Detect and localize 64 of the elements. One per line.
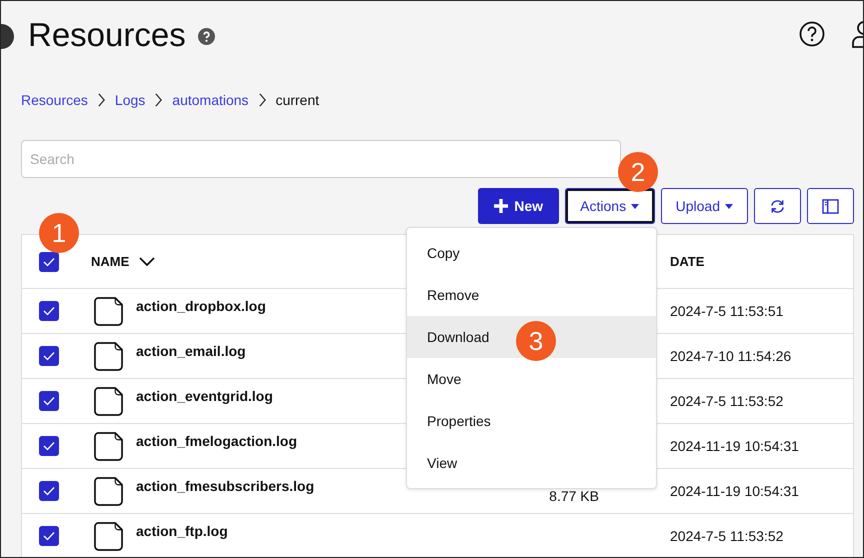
caret-down-icon [631,204,640,208]
checkmark-icon [43,351,55,361]
checkmark-icon [43,256,55,266]
checkmark-icon [43,441,55,451]
file-date: 2024-7-5 11:53:52 [670,393,784,409]
checkmark-icon [43,486,55,496]
file-icon [94,342,123,370]
plus-icon [493,198,510,214]
checkmark-icon [43,396,55,406]
file-name[interactable]: action_eventgrid.log [136,388,273,404]
breadcrumb-link[interactable]: Logs [114,92,146,108]
file-name[interactable]: action_ftp.log [136,523,228,539]
actions-button[interactable]: Actions [564,188,655,224]
checkmark-icon [43,531,55,541]
file-date: 2024-7-10 11:54:26 [670,348,792,364]
column-header[interactable]: DATE [670,254,704,268]
row-checkbox[interactable] [39,526,59,546]
chevron-right-icon [154,93,164,107]
file-icon [94,476,123,506]
file-size: 8.77 KB [549,488,599,504]
menu-item[interactable]: Properties [407,400,656,442]
chevron-right-icon [96,93,106,107]
file-name[interactable]: action_dropbox.log [136,298,266,314]
file-icon [94,386,123,416]
row-checkbox[interactable] [39,391,59,411]
columns-button[interactable] [807,188,854,224]
file-date: 2024-11-19 10:54:31 [670,483,799,499]
breadcrumb-current: current [276,92,320,108]
column-header[interactable]: NAME [91,254,130,269]
file-date: 2024-7-5 11:53:52 [670,528,784,544]
file-name[interactable]: action_fmesubscribers.log [136,478,314,494]
sort-chevron-icon[interactable] [139,256,156,266]
chevron-right-icon [258,93,267,107]
help-icon[interactable] [799,21,825,47]
step-badge: 2 [618,152,658,192]
menu-item[interactable]: Copy [407,232,656,274]
caret-down-icon [725,204,733,208]
file-icon [94,432,123,460]
search-field[interactable]: Search [21,140,621,178]
page-title: Resources [28,18,186,50]
file-icon [94,522,123,550]
help-icon[interactable] [198,28,215,44]
file-date: 2024-11-19 10:54:31 [670,438,799,454]
new-button[interactable]: New [478,188,559,224]
file-name[interactable]: action_fmelogaction.log [136,433,298,449]
columns-icon [822,198,839,214]
refresh-button[interactable] [754,188,801,224]
refresh-icon [769,198,786,214]
row-checkbox[interactable] [39,346,59,366]
row-checkbox[interactable] [39,301,59,321]
upload-button[interactable]: Upload [660,188,748,224]
menu-item[interactable]: Move [407,358,656,400]
checkmark-icon [43,306,55,316]
file-date: 2024-7-5 11:53:51 [670,303,784,319]
breadcrumb-link[interactable]: automations [172,92,249,108]
file-icon [94,296,123,326]
menu-item[interactable]: View [407,442,656,484]
file-name[interactable]: action_email.log [136,343,246,359]
select-all-checkbox[interactable] [39,252,59,272]
menu-item[interactable]: Remove [407,274,656,316]
row-checkbox[interactable] [39,481,59,501]
step-badge: 1 [39,213,79,253]
row-checkbox[interactable] [39,436,59,456]
breadcrumb-link[interactable]: Resources [21,92,88,108]
